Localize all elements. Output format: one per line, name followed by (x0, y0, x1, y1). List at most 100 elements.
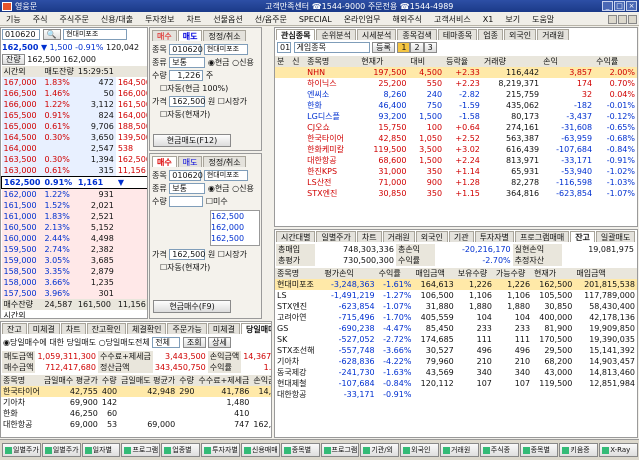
bid-row[interactable]: 160,000 2.44% 4,498 (1, 233, 147, 244)
balance-row[interactable]: 기아차 -628,836 -4.22% 79,960 210 210 68,200 14,90… (275, 356, 637, 367)
balance-row[interactable]: 동국제강 -241,730 -1.63% 43,569 340 340 43,000 14,8… (275, 367, 637, 378)
tab-sell-b[interactable]: 매도 (177, 156, 203, 167)
menu-item[interactable]: 선/옵주문 (249, 14, 293, 25)
watchlist-row[interactable]: LS산전 71,000 900 +1.28 82,278 -116,598 -1.03% (275, 177, 637, 188)
ask-row[interactable]: 164,5000.30%3,650139,500하 (1, 132, 147, 143)
holdings-header[interactable]: 수량 (177, 375, 196, 386)
watchlist-row[interactable]: LG디스플 93,200 1,500 -1.58 80,173 -3,437 -0.12% (275, 111, 637, 122)
tab[interactable]: 기관 (448, 231, 474, 242)
watchlist-header[interactable]: 분 (275, 56, 290, 67)
watchlist-row[interactable]: 한국타이어 42,850 1,050 +2.52 563,387 -63,959 -0.68… (275, 133, 637, 144)
balance-row[interactable]: STX조선해 -557,748 -3.66% 30,527 496 496 29,500 15… (275, 345, 637, 356)
tab[interactable]: 차트 (356, 231, 382, 242)
menu-item[interactable]: X1 (477, 15, 500, 24)
mdi-restore-button[interactable] (618, 14, 627, 24)
page-button[interactable]: 2 (410, 42, 424, 53)
balance-row[interactable]: 현대제철 -107,684 -0.84% 120,112 107 107 119,500 12… (275, 378, 637, 389)
bid-row[interactable]: 158,000 3.66% 1,235 (1, 277, 147, 288)
holdings-row[interactable]: 한국타이어42,75540042,94829041,78614,2640.12% (1, 386, 271, 397)
holdings-header[interactable]: 금일매도 평균가 (119, 375, 177, 386)
order-type-select[interactable]: 보통 (169, 57, 206, 68)
search-icon[interactable]: 🔍 (42, 29, 61, 40)
menu-item[interactable]: 도움말 (526, 14, 560, 25)
holdings-header[interactable]: 수수료+제세금 (197, 375, 252, 386)
watchlist-row[interactable]: CJ오쇼 15,750 100 +0.64 274,161 -31,608 -0.65% (275, 122, 637, 133)
balance-header[interactable]: 보유수량 (456, 268, 494, 279)
watchlist-header[interactable]: 등락율 (444, 56, 482, 67)
market-checkbox-b[interactable]: ☐ (218, 250, 225, 259)
holdings-header[interactable]: 금일매수 평균가 (42, 375, 100, 386)
ask-row[interactable]: 166,5001.46%50166,000고 (1, 88, 147, 99)
balance-header[interactable]: 현재가 (532, 268, 574, 279)
stock-name-field[interactable]: 현대미포조 (63, 29, 128, 40)
watchlist-header[interactable]: 수익률 (594, 56, 637, 67)
watchlist-row[interactable]: 엔씨소 8,260 240 -2.82 215,759 32 0.04% (275, 89, 637, 100)
taskbar-button[interactable]: 투자자별 (201, 443, 240, 457)
holdings-header[interactable]: 종목명 (1, 375, 42, 386)
maximize-button[interactable]: □ (614, 1, 625, 11)
tab[interactable]: 체결확인 (127, 323, 167, 334)
sub-tab-remain[interactable]: 잔량 (2, 54, 25, 65)
page-button[interactable]: 3 (423, 42, 437, 53)
tab[interactable]: 관심종목 (276, 29, 316, 40)
taskbar-button[interactable]: 프로그램 (320, 443, 360, 457)
watchlist-header[interactable]: 신 (290, 56, 305, 67)
taskbar-button[interactable]: 신용매매 (240, 443, 280, 457)
tab[interactable]: 미체결 (207, 323, 241, 334)
price-input-b[interactable]: 162,500 (169, 249, 205, 260)
menu-item[interactable]: 투자정보 (139, 14, 180, 25)
price-mini-list[interactable]: 162,500 162,000 162,500 (210, 210, 260, 246)
ask-row[interactable]: 163,0000.61%31511,156수량 (1, 165, 147, 177)
tab-buy-b[interactable]: 매수 (152, 156, 177, 167)
price-input[interactable]: 162,500 (169, 96, 205, 107)
menu-item[interactable]: 선물옵션 (207, 14, 248, 25)
menu-item[interactable]: 주식 (27, 14, 54, 25)
menu-item[interactable]: 신용/대출 (95, 14, 139, 25)
cash-radio[interactable]: ◉ (208, 58, 215, 67)
tab[interactable]: 미체결 (27, 323, 60, 334)
menu-item[interactable]: SPECIAL (293, 15, 338, 24)
bid-row[interactable]: 157,500 3.96% 301 (1, 288, 147, 299)
tab-sell[interactable]: 매도 (177, 30, 203, 41)
watchlist-row[interactable]: 한화케미칼 119,500 3,500 +3.02 616,439 -107,684 -0.… (275, 144, 637, 155)
page-button[interactable]: 1 (397, 42, 411, 53)
cash-sell-button[interactable]: 현금매도(F12) (153, 134, 231, 147)
bid-row[interactable]: 159,000 3.05% 3,685 (1, 255, 147, 266)
mini-price[interactable]: 162,000 (211, 222, 259, 233)
tab[interactable]: 잔고 (2, 323, 27, 334)
taskbar-button[interactable]: 업종별 (161, 443, 201, 457)
tab[interactable]: 테마종목 (437, 29, 478, 40)
tab[interactable]: 잔고확인 (86, 323, 127, 334)
tab[interactable]: 시세분석 (356, 29, 397, 40)
bid-row[interactable]: 162,000 1.22% 931 (1, 188, 147, 200)
filter-select[interactable]: 전체 (152, 337, 181, 348)
mdi-close-button[interactable] (628, 14, 637, 24)
order-code-input[interactable]: 010620 (169, 44, 203, 55)
tab[interactable]: 차트 (60, 323, 86, 334)
menu-item[interactable]: 차트 (181, 14, 208, 25)
holdings-header[interactable]: 손익금액 (251, 375, 271, 386)
ask-row[interactable]: 165,5000.91%824164,000기준 (1, 110, 147, 121)
cash-buy-button[interactable]: 현금매수(F9) (153, 300, 231, 313)
mini-price[interactable]: 162,500 (211, 211, 259, 222)
bid-row[interactable]: 160,500 2.13% 5,152 (1, 222, 147, 233)
balance-row[interactable]: 현대미포조 -3,248,363 -1.61% 164,613 1,226 1,226 16… (275, 279, 637, 290)
tab[interactable]: 거래원 (382, 231, 415, 242)
bid-row[interactable]: 161,000 1.83% 2,521 (1, 211, 147, 222)
close-button[interactable]: × (626, 1, 637, 11)
tab[interactable]: 당일매매 (241, 323, 271, 334)
tab[interactable]: 일괄매도 (595, 231, 636, 242)
tab-modify[interactable]: 정정/취소 (203, 30, 246, 41)
order-code-input-b[interactable]: 010620 (169, 170, 203, 181)
menu-item[interactable]: 기능 (0, 14, 27, 25)
watchlist-header[interactable]: 손익 (541, 56, 594, 67)
menu-item[interactable]: 주식주문 (53, 14, 94, 25)
taskbar-button[interactable]: 키움증 (559, 443, 599, 457)
cash-radio-b[interactable]: ◉ (208, 184, 215, 193)
taskbar-button[interactable]: 종목별 (280, 443, 320, 457)
balance-row[interactable]: STX엔진 -623,854 -1.07% 31,880 1,880 1,880 30,85… (275, 301, 637, 312)
balance-row[interactable]: 대한항공 -33,171 -0.91% (275, 389, 637, 400)
taskbar-button[interactable]: 기관/외 (360, 443, 400, 457)
bid-row[interactable]: 161,500 1.52% 2,021 (1, 200, 147, 211)
balance-row[interactable]: GS -690,238 -4.47% 85,450 233 233 81,900 19,909… (275, 323, 637, 334)
